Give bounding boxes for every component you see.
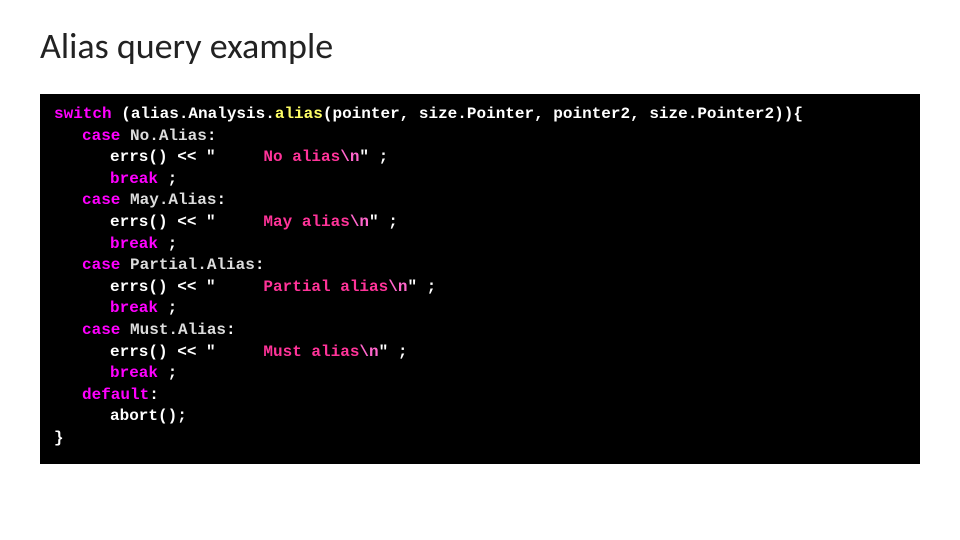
code-line-case: case May.Alias: — [54, 190, 906, 212]
code-line-abort: abort(); — [54, 406, 906, 428]
slide-title: Alias query example — [40, 24, 920, 68]
code-line-break: break ; — [54, 298, 906, 320]
code-block: switch (alias.Analysis.alias(pointer, si… — [40, 94, 920, 464]
code-line-errs: errs() << " May alias\n" ; — [54, 212, 906, 234]
code-line-errs: errs() << " Partial alias\n" ; — [54, 277, 906, 299]
code-line-break: break ; — [54, 363, 906, 385]
code-line-case: case Partial.Alias: — [54, 255, 906, 277]
code-line-case: case Must.Alias: — [54, 320, 906, 342]
code-line-switch: switch (alias.Analysis.alias(pointer, si… — [54, 104, 906, 126]
code-line-break: break ; — [54, 169, 906, 191]
code-line-close: } — [54, 428, 906, 450]
code-line-errs: errs() << " No alias\n" ; — [54, 147, 906, 169]
keyword-switch: switch — [54, 105, 112, 123]
fn-alias: alias — [275, 105, 323, 123]
code-line-case: case No.Alias: — [54, 126, 906, 148]
code-line-break: break ; — [54, 234, 906, 256]
slide: Alias query example switch (alias.Analys… — [0, 0, 960, 540]
code-line-default: default: — [54, 385, 906, 407]
code-line-errs: errs() << " Must alias\n" ; — [54, 342, 906, 364]
